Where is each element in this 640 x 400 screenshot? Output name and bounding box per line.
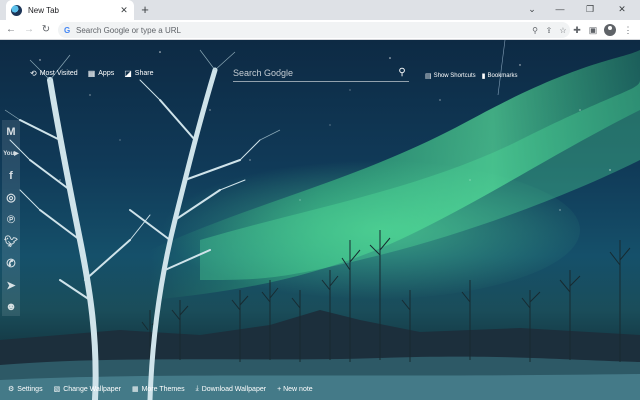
forward-button[interactable]: → [22,23,36,37]
grid-icon: ▦ [87,69,96,78]
show-shortcuts-button[interactable]: ▤ Show Shortcuts [425,72,476,80]
change-wallpaper-button[interactable]: ▧ Change Wallpaper [53,385,121,394]
bookmark-star-icon[interactable]: ☆ [556,26,570,35]
address-bar[interactable]: G ⚲ ⇪ ☆ [58,22,570,38]
social-sidebar: M You▶ f ◎ ℗ 🐦︎ ✆ ➤ ☻ [2,120,20,316]
search-icon[interactable]: ⚲ [395,67,409,78]
change-wallpaper-label: Change Wallpaper [63,385,121,393]
image-icon: ▧ [53,386,61,393]
more-themes-label: More Themes [141,385,185,393]
download-wallpaper-button[interactable]: ⤓ Download Wallpaper [196,385,266,393]
menu-kebab-icon[interactable]: ⋮ [621,23,635,37]
facebook-icon[interactable]: f [3,167,19,185]
bookmarks-label: Bookmarks [487,73,518,79]
download-icon: ⤓ [195,385,199,392]
gear-icon: ⚙ [8,386,15,393]
new-tab-page: ⟲ Most Visited ▦ Apps ◪ Share ⚲ ▤ Show S… [0,40,640,400]
reddit-icon[interactable]: ☻ [3,298,19,316]
tab-search-chevron-icon[interactable]: ⌄ [520,2,544,16]
profile-avatar-icon[interactable] [604,24,616,36]
side-panel-icon[interactable]: ▣ [586,23,600,37]
share-icon: ◪ [124,69,132,78]
share-page-icon[interactable]: ⇪ [542,26,556,35]
youtube-icon[interactable]: You▶ [3,145,19,163]
tab-title: New Tab [28,5,59,15]
twitter-icon[interactable]: 🐦︎ [3,232,19,250]
aurora-wallpaper [0,40,640,400]
new-tab-button[interactable]: + [137,2,153,18]
whatsapp-icon[interactable]: ✆ [3,254,19,272]
history-icon: ⟲ [30,69,37,78]
google-g-icon: G [64,25,71,35]
apps-label: Apps [98,70,115,77]
gmail-icon[interactable]: M [3,123,19,141]
bookmark-icon: ▮ [481,73,486,80]
top-nav: ⟲ Most Visited ▦ Apps ◪ Share [30,69,153,78]
show-shortcuts-label: Show Shortcuts [433,73,476,79]
tab-favicon-icon [11,4,22,16]
zoom-search-icon[interactable]: ⚲ [528,26,542,35]
most-visited-label: Most Visited [39,70,78,77]
extensions-puzzle-icon[interactable]: ✚ [570,23,584,37]
instagram-icon[interactable]: ◎ [3,189,19,207]
close-icon[interactable]: ✕ [119,5,129,16]
tab-strip: New Tab ✕ + ⌄ — ❐ ✕ [0,0,640,20]
apps-button[interactable]: ▦ Apps [88,69,115,78]
telegram-icon[interactable]: ➤ [3,276,19,294]
close-window-button[interactable]: ✕ [610,2,634,16]
back-button[interactable]: ← [4,23,18,37]
page-search: ⚲ [233,64,409,82]
most-visited-button[interactable]: ⟲ Most Visited [30,69,78,78]
pinterest-icon[interactable]: ℗ [3,211,19,229]
tab-new-tab[interactable]: New Tab ✕ [6,0,134,20]
shortcuts-icon: ▤ [425,73,432,80]
right-nav: ▤ Show Shortcuts ▮ Bookmarks [425,72,518,80]
new-note-label: + New note [277,385,313,393]
share-label: Share [134,70,154,77]
themes-grid-icon: ▦ [131,386,139,393]
reload-button[interactable]: ↻ [39,23,53,37]
minimize-button[interactable]: — [548,2,572,16]
settings-label: Settings [17,385,43,393]
browser-toolbar: ← → ↻ G ⚲ ⇪ ☆ ✚ ▣ ⋮ [0,20,640,40]
share-button[interactable]: ◪ Share [124,69,153,78]
settings-button[interactable]: ⚙ Settings [8,385,43,394]
new-note-button[interactable]: + New note [277,386,313,393]
restore-button[interactable]: ❐ [578,2,602,16]
more-themes-button[interactable]: ▦ More Themes [131,385,185,394]
bottom-bar: ⚙ Settings ▧ Change Wallpaper ▦ More The… [8,385,313,393]
bookmarks-button[interactable]: ▮ Bookmarks [482,72,518,80]
address-input[interactable] [76,25,528,35]
download-wallpaper-label: Download Wallpaper [201,385,267,393]
search-input[interactable] [233,67,395,78]
